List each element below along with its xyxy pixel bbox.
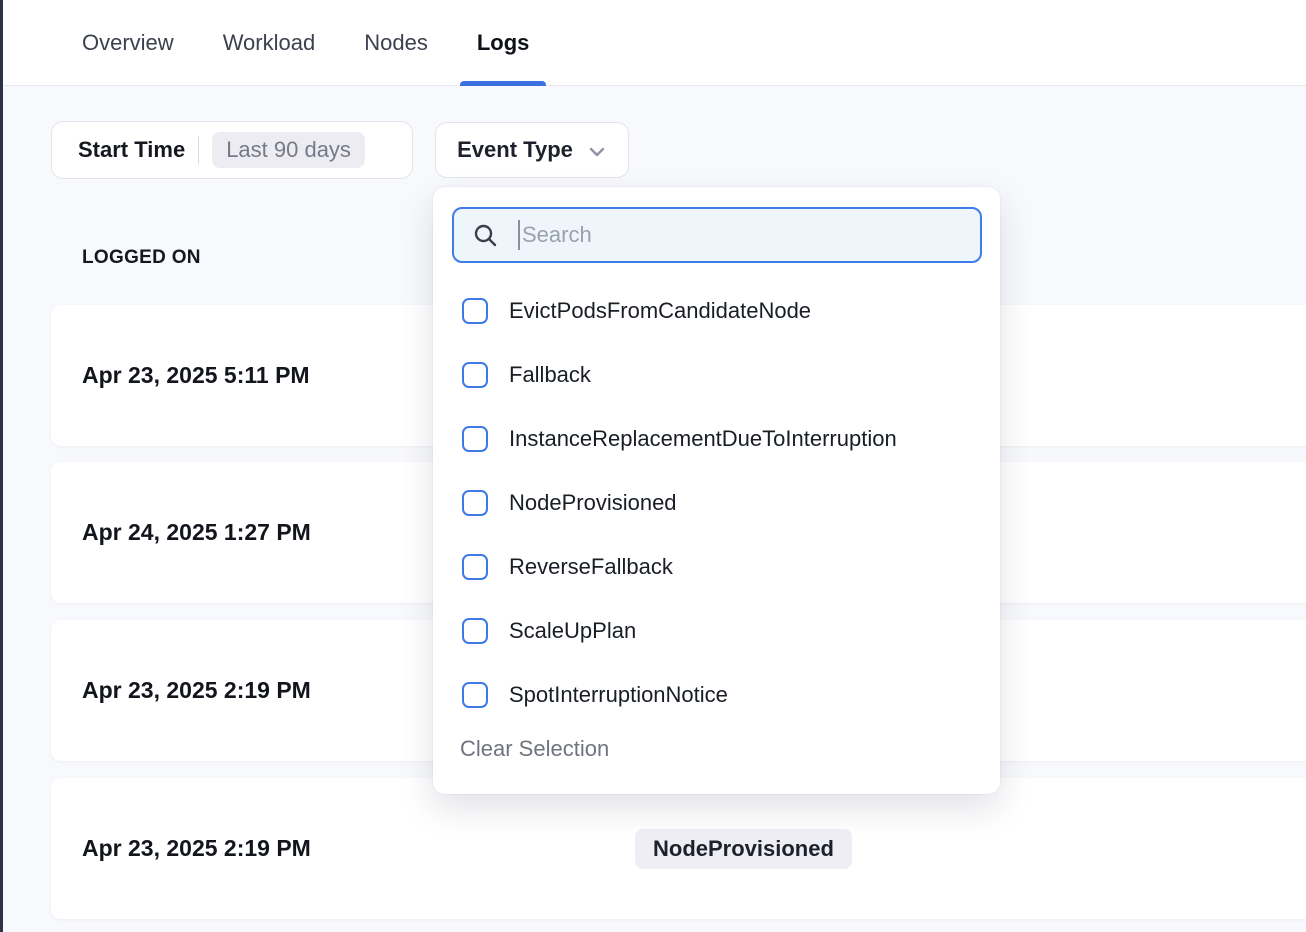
- logged-on-value: Apr 23, 2025 2:19 PM: [82, 835, 311, 862]
- option-label: EvictPodsFromCandidateNode: [509, 298, 811, 324]
- active-tab-underline: [460, 81, 547, 86]
- tabs: Overview Workload Nodes Logs: [82, 0, 529, 86]
- event-type-filter-label: Event Type: [457, 137, 573, 163]
- tab-logs[interactable]: Logs: [477, 0, 530, 86]
- option-label: SpotInterruptionNotice: [509, 682, 728, 708]
- chevron-down-icon: [587, 142, 607, 162]
- checkbox-unchecked[interactable]: [462, 682, 488, 708]
- event-type-filter-button[interactable]: Event Type: [435, 122, 629, 178]
- event-type-options-list: EvictPodsFromCandidateNode Fallback Inst…: [433, 279, 1000, 727]
- logged-on-value: Apr 23, 2025 5:11 PM: [82, 362, 310, 389]
- log-row[interactable]: Apr 23, 2025 2:19 PM NodeProvisioned: [51, 778, 1306, 919]
- search-icon: [472, 222, 499, 249]
- tab-workload[interactable]: Workload: [223, 0, 316, 86]
- option-scaleupplan[interactable]: ScaleUpPlan: [433, 599, 1000, 663]
- dropdown-search-box[interactable]: [452, 207, 982, 263]
- text-cursor: [518, 220, 520, 250]
- logged-on-column-header: LOGGED ON: [82, 247, 201, 269]
- checkbox-unchecked[interactable]: [462, 362, 488, 388]
- event-type-dropdown: EvictPodsFromCandidateNode Fallback Inst…: [433, 187, 1000, 794]
- option-label: Fallback: [509, 362, 591, 388]
- checkbox-unchecked[interactable]: [462, 490, 488, 516]
- option-instancereplacementduetointerruption[interactable]: InstanceReplacementDueToInterruption: [433, 407, 1000, 471]
- sidebar-edge: [0, 0, 3, 932]
- logged-on-value: Apr 23, 2025 2:19 PM: [82, 677, 311, 704]
- tab-overview-label: Overview: [82, 30, 174, 56]
- filter-divider: [198, 136, 199, 164]
- start-time-filter[interactable]: Start Time Last 90 days: [51, 121, 413, 179]
- start-time-value-pill[interactable]: Last 90 days: [212, 132, 365, 168]
- option-label: InstanceReplacementDueToInterruption: [509, 426, 897, 452]
- tab-overview[interactable]: Overview: [82, 0, 174, 86]
- tab-nodes[interactable]: Nodes: [364, 0, 428, 86]
- tab-bar: Overview Workload Nodes Logs: [0, 0, 1306, 86]
- tab-workload-label: Workload: [223, 30, 316, 56]
- option-nodeprovisioned[interactable]: NodeProvisioned: [433, 471, 1000, 535]
- tab-nodes-label: Nodes: [364, 30, 428, 56]
- option-reversefallback[interactable]: ReverseFallback: [433, 535, 1000, 599]
- tab-logs-label: Logs: [477, 30, 530, 56]
- option-evictpodsfromcandidatenode[interactable]: EvictPodsFromCandidateNode: [433, 279, 1000, 343]
- event-type-badge: NodeProvisioned: [635, 829, 852, 869]
- checkbox-unchecked[interactable]: [462, 554, 488, 580]
- clear-selection-button[interactable]: Clear Selection: [460, 736, 609, 762]
- option-fallback[interactable]: Fallback: [433, 343, 1000, 407]
- start-time-filter-label: Start Time: [78, 137, 185, 163]
- search-input[interactable]: [522, 222, 980, 248]
- checkbox-unchecked[interactable]: [462, 426, 488, 452]
- option-label: ScaleUpPlan: [509, 618, 636, 644]
- checkbox-unchecked[interactable]: [462, 618, 488, 644]
- checkbox-unchecked[interactable]: [462, 298, 488, 324]
- option-label: NodeProvisioned: [509, 490, 677, 516]
- option-spotinterruptionnotice[interactable]: SpotInterruptionNotice: [433, 663, 1000, 727]
- option-label: ReverseFallback: [509, 554, 673, 580]
- logged-on-value: Apr 24, 2025 1:27 PM: [82, 519, 311, 546]
